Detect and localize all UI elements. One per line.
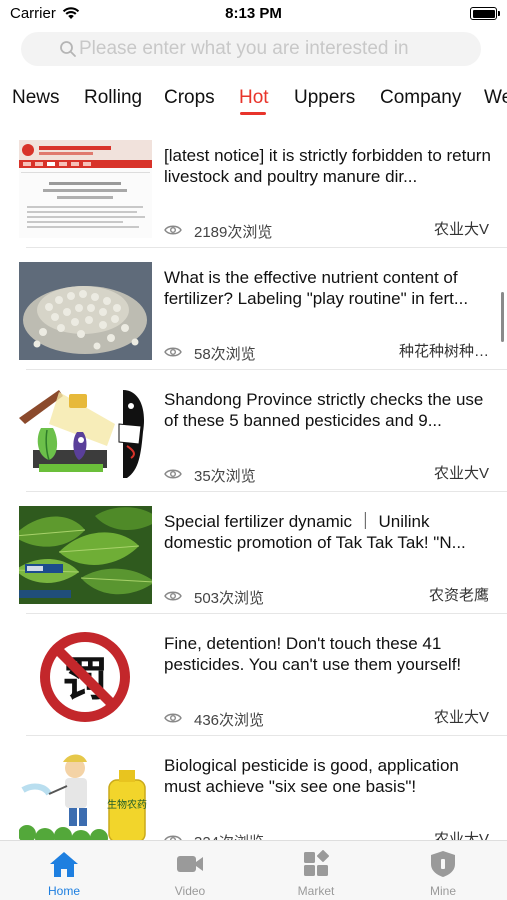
view-count: 35次浏览 bbox=[194, 468, 256, 485]
prohibition-sign-thumbnail: 罚 bbox=[19, 628, 152, 726]
status-bar: Carrier 8:13 PM bbox=[0, 0, 507, 28]
bottle-label: 生物农药 bbox=[107, 798, 147, 811]
market-grid-icon bbox=[304, 850, 329, 876]
bottom-tab-bar: Home Video Market Mine bbox=[0, 840, 507, 900]
battery-icon bbox=[470, 7, 500, 20]
tab-news[interactable]: News bbox=[12, 87, 60, 109]
eye-icon bbox=[164, 347, 182, 357]
article-item[interactable]: 罚 Fine, detention! Don't touch these 41 … bbox=[0, 614, 507, 736]
article-item[interactable]: [latest notice] it is strictly forbidden… bbox=[0, 126, 507, 248]
active-tab-indicator bbox=[240, 112, 266, 115]
tab-hot[interactable]: Hot bbox=[239, 87, 269, 109]
article-title[interactable]: Fine, detention! Don't touch these 41 pe… bbox=[164, 633, 494, 675]
article-source: 农业大V bbox=[433, 709, 489, 726]
tab-crops[interactable]: Crops bbox=[164, 87, 215, 109]
article-source: 农资老鹰 bbox=[428, 587, 489, 604]
article-feed[interactable]: [latest notice] it is strictly forbidden… bbox=[0, 126, 507, 840]
search-bar[interactable] bbox=[21, 32, 481, 66]
tabbar-item-market[interactable]: Market bbox=[253, 841, 379, 900]
tabbar-label: Mine bbox=[429, 884, 456, 898]
status-time: 8:13 PM bbox=[225, 5, 282, 22]
tab-rolling[interactable]: Rolling bbox=[84, 87, 142, 109]
view-count: 324次浏览 bbox=[194, 831, 264, 840]
article-source: 农业大V bbox=[433, 831, 489, 840]
article-item[interactable]: Shandong Province strictly checks the us… bbox=[0, 370, 507, 492]
document-screenshot-thumbnail bbox=[19, 140, 152, 238]
tabbar-label: Market bbox=[297, 884, 335, 898]
tab-we[interactable]: We bbox=[484, 87, 507, 109]
scroll-indicator[interactable] bbox=[501, 292, 504, 342]
tabbar-label: Video bbox=[174, 884, 206, 898]
view-count: 503次浏览 bbox=[194, 590, 265, 607]
green-leaves-thumbnail bbox=[19, 506, 152, 604]
article-source: 种花种树种… bbox=[398, 343, 489, 360]
article-title[interactable]: [latest notice] it is strictly forbidden… bbox=[164, 145, 494, 187]
article-source: 农业大V bbox=[433, 465, 489, 482]
tabbar-item-home[interactable]: Home bbox=[1, 841, 127, 900]
article-item[interactable]: 生物农药 Biological pesticide is good, appli… bbox=[0, 736, 507, 840]
article-title[interactable]: Special fertilizer dynamic ｜ Unilink dom… bbox=[164, 511, 494, 553]
eye-icon bbox=[164, 469, 182, 479]
search-input[interactable] bbox=[79, 36, 469, 62]
eye-icon bbox=[164, 591, 182, 601]
tab-company[interactable]: Company bbox=[380, 87, 461, 109]
article-title[interactable]: What is the effective nutrient content o… bbox=[164, 267, 494, 309]
pesticide-cartoon-thumbnail bbox=[19, 384, 152, 482]
eye-icon bbox=[164, 225, 182, 235]
home-icon bbox=[50, 852, 78, 877]
article-item[interactable]: What is the effective nutrient content o… bbox=[0, 248, 507, 370]
article-item[interactable]: Special fertilizer dynamic ｜ Unilink dom… bbox=[0, 492, 507, 614]
farmer-spraying-thumbnail: 生物农药 bbox=[19, 750, 152, 840]
category-tabs: News Rolling Crops Hot Uppers Company We bbox=[0, 84, 507, 124]
tabbar-label: Home bbox=[47, 884, 80, 898]
view-count: 58次浏览 bbox=[194, 346, 256, 363]
tab-uppers[interactable]: Uppers bbox=[294, 87, 355, 109]
tabbar-item-mine[interactable]: Mine bbox=[380, 841, 506, 900]
article-title[interactable]: Biological pesticide is good, applicatio… bbox=[164, 755, 494, 797]
article-source: 农业大V bbox=[433, 221, 489, 238]
view-count: 436次浏览 bbox=[194, 712, 265, 729]
fertilizer-granules-thumbnail bbox=[19, 262, 152, 360]
tabbar-item-video[interactable]: Video bbox=[127, 841, 253, 900]
video-camera-icon bbox=[177, 856, 203, 872]
shield-user-icon bbox=[431, 851, 455, 877]
search-icon bbox=[60, 41, 76, 57]
view-count: 2189次浏览 bbox=[194, 224, 273, 241]
article-title[interactable]: Shandong Province strictly checks the us… bbox=[164, 389, 494, 431]
eye-icon bbox=[164, 713, 182, 723]
